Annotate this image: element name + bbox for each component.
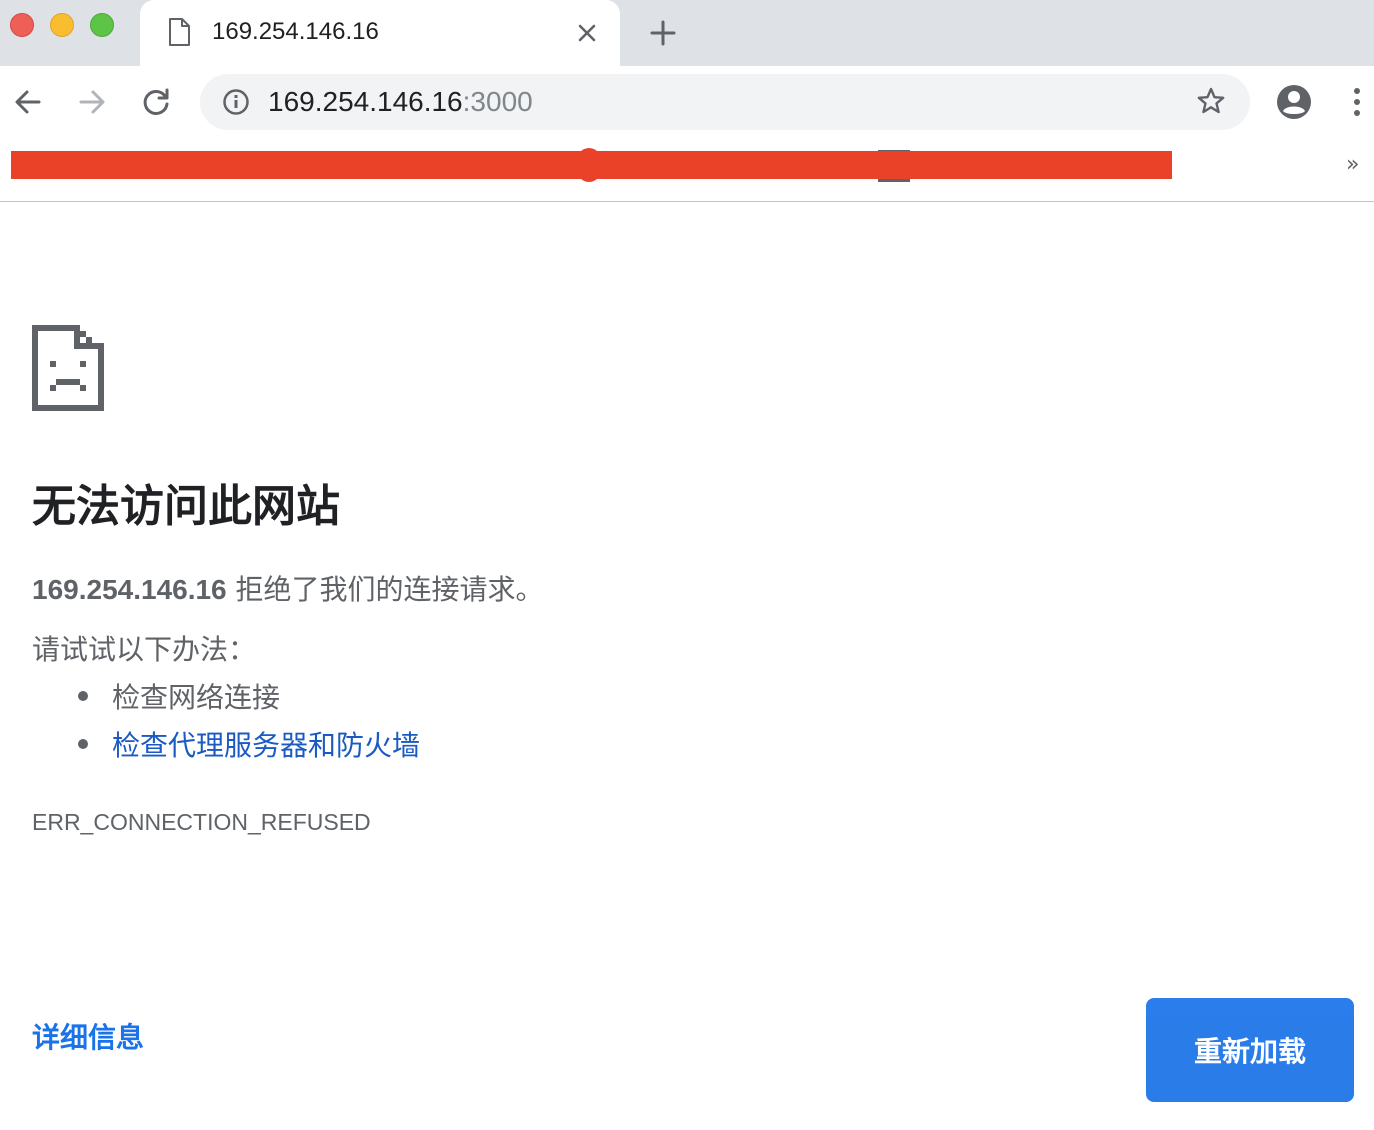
suggestion-label: 检查网络连接 <box>112 681 281 714</box>
tab-title: 169.254.146.16 <box>212 18 379 45</box>
details-button[interactable]: 详细信息 <box>32 1020 144 1056</box>
url-host: 169.254.146.16 <box>268 86 463 117</box>
bookmarks-bar: » <box>0 138 1374 202</box>
error-host: 169.254.146.16 <box>32 574 227 605</box>
redacted-bookmark-blob <box>575 148 603 182</box>
window-minimize-button[interactable] <box>50 13 74 37</box>
bookmarks-overflow-button[interactable]: » <box>1346 152 1359 178</box>
suggestion-label[interactable]: 检查代理服务器和防火墙 <box>112 729 420 762</box>
suggestion-check-proxy-link[interactable]: 检查代理服务器和防火墙 <box>78 728 420 764</box>
window-close-button[interactable] <box>10 13 34 37</box>
bullet <box>78 691 88 701</box>
url-port: :3000 <box>462 86 533 117</box>
plus-icon[interactable] <box>648 18 678 48</box>
arrow-right-icon[interactable] <box>76 86 108 118</box>
arrow-left-icon[interactable] <box>12 86 44 118</box>
document-icon <box>169 18 190 46</box>
star-icon[interactable] <box>1196 86 1226 116</box>
close-icon[interactable] <box>574 20 600 46</box>
url-text[interactable]: 169.254.146.16:3000 <box>268 86 533 118</box>
reload-icon[interactable] <box>140 86 172 118</box>
error-summary-text: 拒绝了我们的连接请求。 <box>226 573 544 606</box>
sad-document-icon <box>32 325 104 411</box>
info-icon[interactable] <box>222 88 250 116</box>
reload-button[interactable]: 重新加载 <box>1146 998 1354 1102</box>
window-zoom-button[interactable] <box>90 13 114 37</box>
suggestions-label: 请试试以下办法： <box>32 633 257 666</box>
account-circle-icon[interactable] <box>1276 84 1312 120</box>
suggestion-check-network: 检查网络连接 <box>78 680 280 716</box>
error-heading: 无法访问此网站 <box>32 481 340 532</box>
redaction-cover <box>878 151 910 179</box>
active-tab[interactable]: 169.254.146.16 <box>140 0 620 66</box>
more-vertical-icon[interactable] <box>1346 86 1368 118</box>
bullet <box>78 739 88 749</box>
browser-toolbar: 169.254.146.16:3000 <box>0 66 1374 138</box>
error-code: ERR_CONNECTION_REFUSED <box>32 809 371 835</box>
address-bar[interactable]: 169.254.146.16:3000 <box>200 74 1250 130</box>
error-summary: 169.254.146.16 拒绝了我们的连接请求。 <box>32 572 544 608</box>
tab-strip: 169.254.146.16 <box>0 0 1374 66</box>
